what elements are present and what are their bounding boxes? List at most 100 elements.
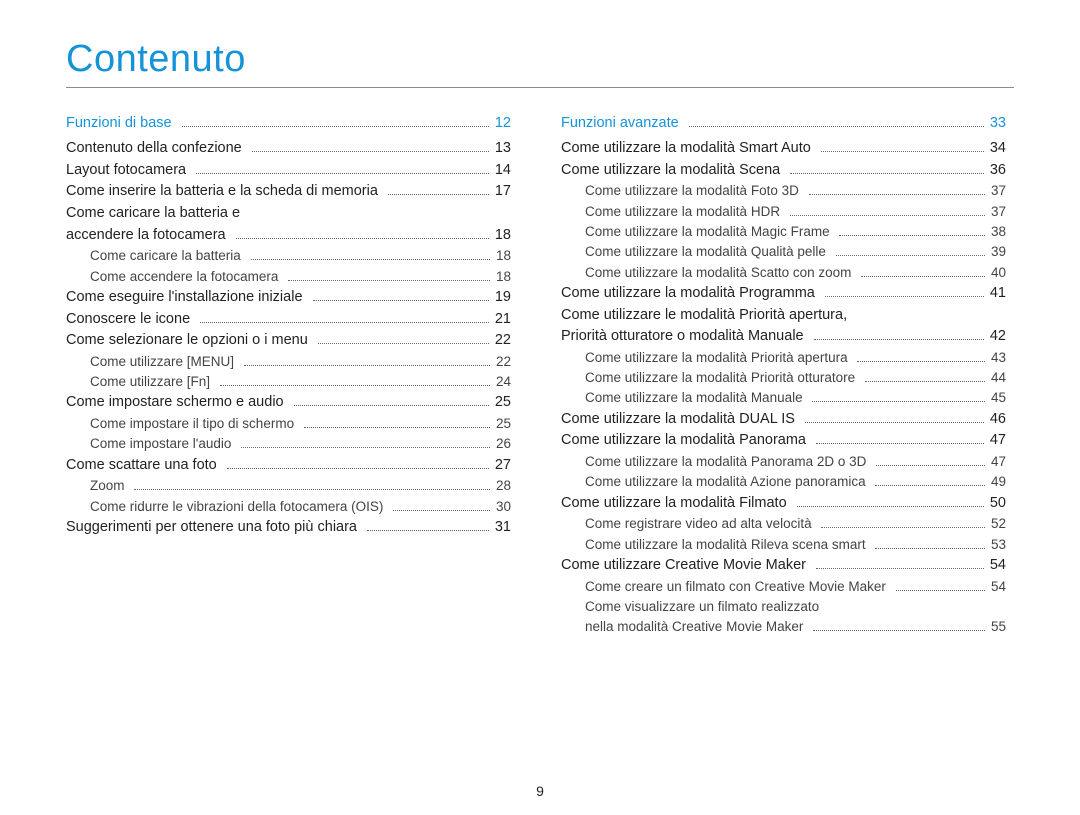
- toc-leader-dots: [821, 142, 984, 152]
- toc-entry-page: 54: [990, 556, 1006, 575]
- toc-leader-dots: [861, 268, 985, 277]
- toc-entry[interactable]: Come utilizzare la modalità Panorama 47: [561, 431, 1006, 450]
- toc-leader-dots: [797, 497, 984, 507]
- toc-leader-dots: [689, 117, 984, 127]
- toc-entry-page: 41: [990, 284, 1006, 303]
- toc-leader-dots: [805, 413, 984, 423]
- toc-entry-label: Come utilizzare la modalità Scena: [561, 161, 784, 180]
- toc-entry[interactable]: Come utilizzare la modalità Foto 3D 37: [561, 182, 1006, 200]
- toc-entry-page: 52: [991, 515, 1006, 533]
- toc-entry[interactable]: Come utilizzare la modalità Manuale 45: [561, 389, 1006, 407]
- toc-entry-label: Come inserire la batteria e la scheda di…: [66, 182, 382, 201]
- toc-entry[interactable]: Come impostare schermo e audio 25: [66, 393, 511, 412]
- toc-entry-label: Come utilizzare la modalità Azione panor…: [561, 473, 869, 491]
- toc-entry-page: 17: [495, 182, 511, 201]
- toc-entry[interactable]: Come utilizzare la modalità Priorità ape…: [561, 349, 1006, 367]
- toc-entry[interactable]: Come impostare il tipo di schermo 25: [66, 415, 511, 433]
- toc-leader-dots: [200, 313, 489, 323]
- toc-entry[interactable]: Come utilizzare la modalità Filmato 50: [561, 494, 1006, 513]
- toc-entry[interactable]: Come utilizzare la modalità Scatto con z…: [561, 264, 1006, 282]
- toc-leader-dots: [318, 334, 489, 344]
- toc-entry-label: Come utilizzare [MENU]: [66, 353, 238, 371]
- toc-entry-label: Come utilizzare la modalità Manuale: [561, 389, 806, 407]
- toc-leader-dots: [836, 247, 985, 256]
- toc-leader-dots: [816, 435, 984, 445]
- toc-entry[interactable]: Come utilizzare la modalità Magic Frame …: [561, 223, 1006, 241]
- toc-entry[interactable]: Layout fotocamera 14: [66, 161, 511, 180]
- toc-entry-page: 47: [991, 453, 1006, 471]
- toc-entry[interactable]: Come caricare la batteria e: [66, 204, 511, 223]
- toc-entry[interactable]: Come utilizzare la modalità Programma 41: [561, 284, 1006, 303]
- toc-entry[interactable]: Come utilizzare la modalità DUAL IS 46: [561, 410, 1006, 429]
- toc-entry[interactable]: Come utilizzare Creative Movie Maker 54: [561, 556, 1006, 575]
- toc-leader-dots: [816, 559, 984, 569]
- toc-entry[interactable]: Conoscere le icone 21: [66, 310, 511, 329]
- toc-entry-label: Come scattare una foto: [66, 456, 221, 475]
- toc-entry-page: 44: [991, 369, 1006, 387]
- toc-entry[interactable]: Come utilizzare la modalità Qualità pell…: [561, 243, 1006, 261]
- toc-entry[interactable]: nella modalità Creative Movie Maker 55: [561, 618, 1006, 636]
- toc-entry-page: 39: [991, 243, 1006, 261]
- toc-entry-page: 31: [495, 518, 511, 537]
- toc-entry-label: Come utilizzare la modalità HDR: [561, 203, 784, 221]
- toc-entry[interactable]: Come ridurre le vibrazioni della fotocam…: [66, 498, 511, 516]
- toc-entry[interactable]: Suggerimenti per ottenere una foto più c…: [66, 518, 511, 537]
- toc-entry[interactable]: Come utilizzare la modalità Scena 36: [561, 161, 1006, 180]
- toc-leader-dots: [294, 397, 489, 407]
- toc-entry[interactable]: Come utilizzare le modalità Priorità ape…: [561, 306, 1006, 325]
- toc-entry[interactable]: Come eseguire l'installazione iniziale 1…: [66, 288, 511, 307]
- toc-entry-page: 30: [496, 498, 511, 516]
- toc-entry[interactable]: Come utilizzare la modalità Rileva scena…: [561, 536, 1006, 554]
- toc-entry[interactable]: Come utilizzare la modalità Panorama 2D …: [561, 453, 1006, 471]
- toc-leader-dots: [876, 457, 985, 466]
- toc-entry-label: Come utilizzare la modalità Priorità ape…: [561, 349, 851, 367]
- toc-leader-dots: [809, 186, 985, 195]
- toc-entry-page: 37: [991, 203, 1006, 221]
- toc-entry-label: Come caricare la batteria e: [66, 204, 244, 223]
- toc-entry-label: Come utilizzare le modalità Priorità ape…: [561, 306, 851, 325]
- toc-leader-dots: [825, 287, 984, 297]
- toc-leader-dots: [252, 142, 489, 152]
- toc-entry[interactable]: Priorità otturatore o modalità Manuale 4…: [561, 327, 1006, 346]
- toc-entry-page: 25: [495, 393, 511, 412]
- toc-entry-label: Come utilizzare la modalità Panorama 2D …: [561, 453, 870, 471]
- toc-leader-dots: [241, 439, 490, 448]
- toc-entry-label: Come impostare l'audio: [66, 435, 235, 453]
- page-title: Contenuto: [66, 38, 1014, 81]
- toc-entry[interactable]: Contenuto della confezione 13: [66, 139, 511, 158]
- toc-entry[interactable]: Come caricare la batteria 18: [66, 247, 511, 265]
- toc-entry-page: 55: [991, 618, 1006, 636]
- toc-columns: Funzioni di base 12 Contenuto della confe…: [66, 114, 1014, 638]
- toc-leader-dots: [875, 539, 985, 548]
- toc-leader-dots: [865, 373, 985, 382]
- toc-leader-dots: [790, 164, 984, 174]
- toc-entry[interactable]: Come utilizzare la modalità HDR 37: [561, 203, 1006, 221]
- toc-entry[interactable]: accendere la fotocamera 18: [66, 226, 511, 245]
- toc-leader-dots: [821, 519, 985, 528]
- page-number: 9: [0, 783, 1080, 799]
- toc-entry[interactable]: Come scattare una foto 27: [66, 456, 511, 475]
- toc-leader-dots: [244, 357, 490, 366]
- toc-entry[interactable]: Come accendere la fotocamera 18: [66, 268, 511, 286]
- toc-entry[interactable]: Come creare un filmato con Creative Movi…: [561, 578, 1006, 596]
- toc-entry[interactable]: Funzioni di base 12: [66, 114, 511, 133]
- toc-entry[interactable]: Come visualizzare un filmato realizzato: [561, 598, 1006, 616]
- toc-entry[interactable]: Come utilizzare la modalità Azione panor…: [561, 473, 1006, 491]
- toc-entry[interactable]: Funzioni avanzate 33: [561, 114, 1006, 133]
- toc-entry-page: 26: [496, 435, 511, 453]
- toc-entry[interactable]: Come utilizzare la modalità Smart Auto 3…: [561, 139, 1006, 158]
- toc-entry-page: 25: [496, 415, 511, 433]
- toc-entry[interactable]: Come registrare video ad alta velocità 5…: [561, 515, 1006, 533]
- toc-entry-label: Come utilizzare la modalità DUAL IS: [561, 410, 799, 429]
- toc-entry[interactable]: Come selezionare le opzioni o i menu 22: [66, 331, 511, 350]
- toc-entry[interactable]: Zoom 28: [66, 477, 511, 495]
- toc-entry[interactable]: Come utilizzare la modalità Priorità ott…: [561, 369, 1006, 387]
- toc-entry[interactable]: Come impostare l'audio 26: [66, 435, 511, 453]
- toc-entry-label: Come utilizzare la modalità Priorità ott…: [561, 369, 859, 387]
- toc-entry-label: Layout fotocamera: [66, 161, 190, 180]
- toc-entry-page: 12: [495, 114, 511, 133]
- toc-entry-label: Come utilizzare la modalità Foto 3D: [561, 182, 803, 200]
- toc-entry[interactable]: Come utilizzare [Fn] 24: [66, 373, 511, 391]
- toc-entry[interactable]: Come inserire la batteria e la scheda di…: [66, 182, 511, 201]
- toc-entry[interactable]: Come utilizzare [MENU] 22: [66, 353, 511, 371]
